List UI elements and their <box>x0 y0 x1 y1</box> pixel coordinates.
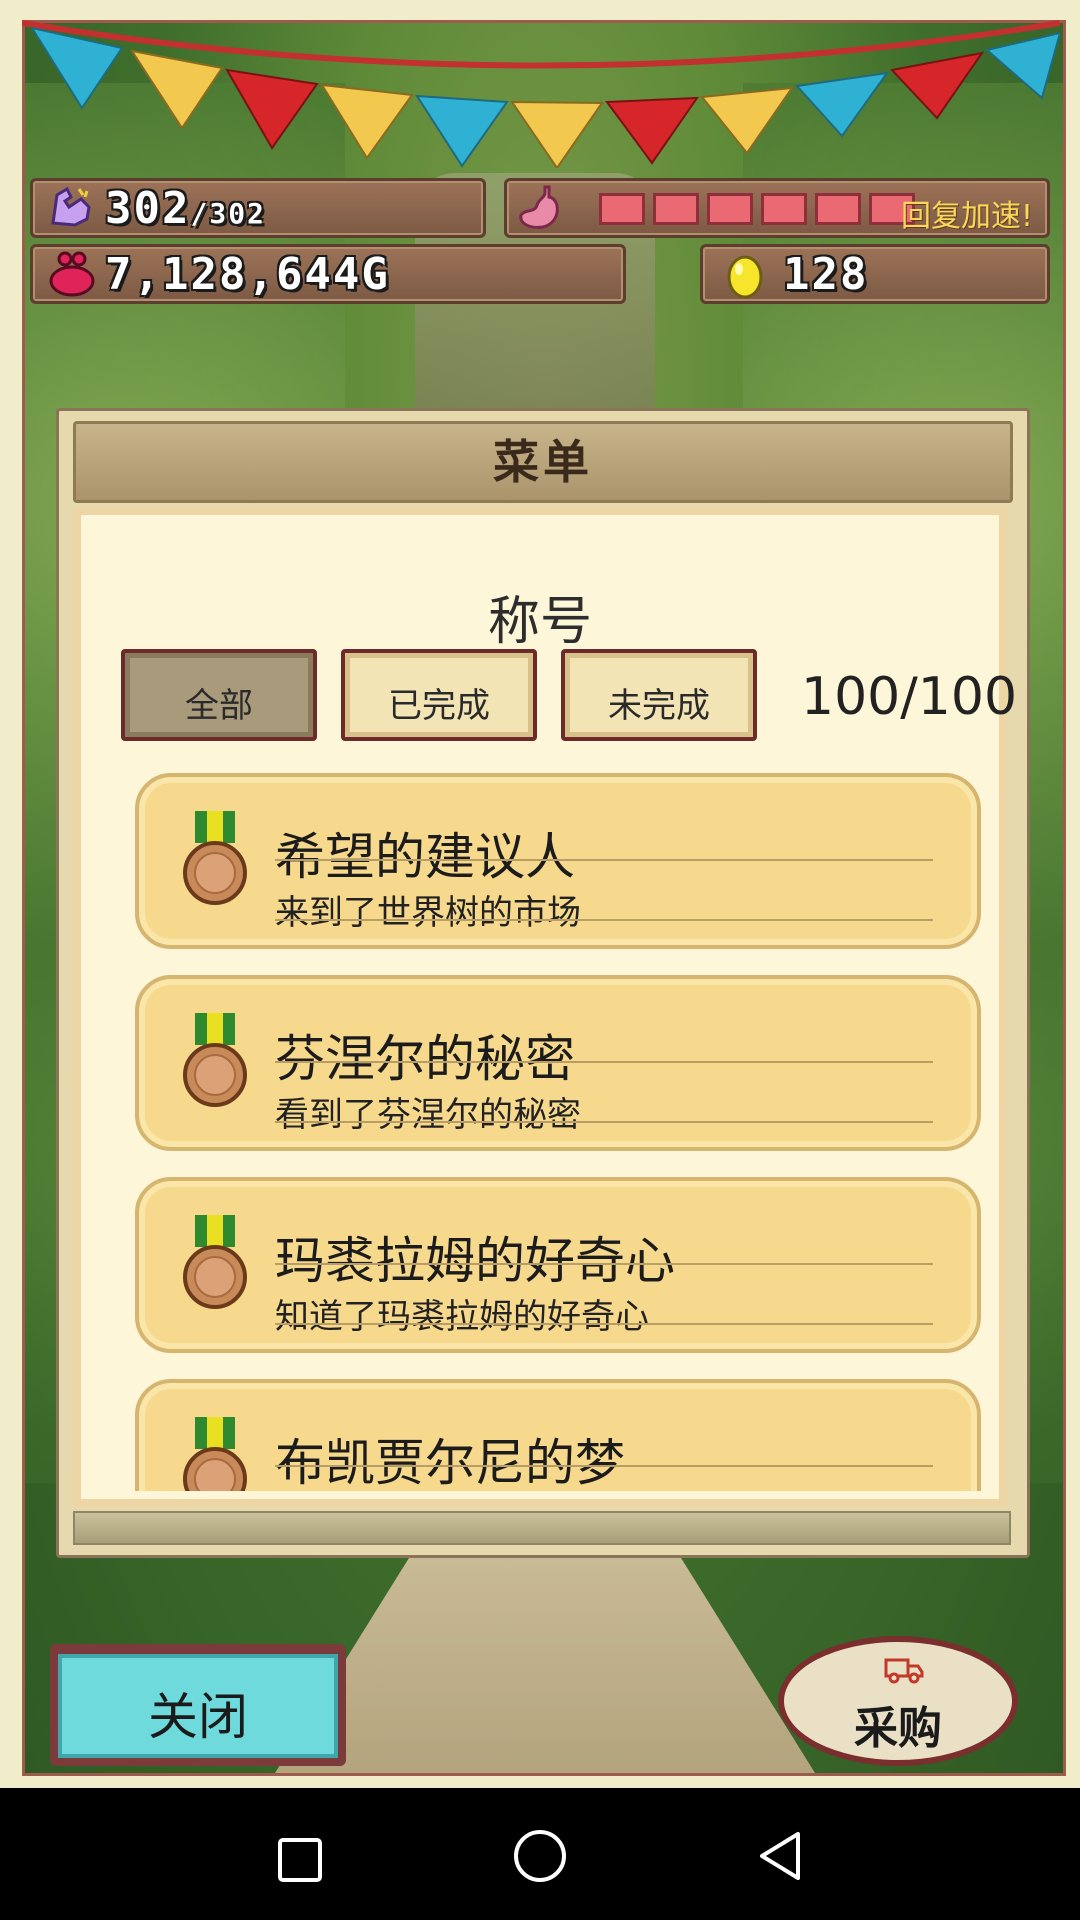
divider-line <box>275 1465 933 1467</box>
game-screen: 302/302 回复加速! 7,128,644G 128 菜单 称号 全部 已完… <box>0 0 1080 1788</box>
title-entry[interactable]: 玛裘拉姆的好奇心 知道了玛裘拉姆的好奇心 <box>135 1177 981 1353</box>
recover-speedup-label[interactable]: 回复加速! <box>901 191 1033 235</box>
divider-line <box>275 1061 933 1063</box>
recent-apps-icon[interactable] <box>272 1832 328 1888</box>
section-title: 称号 <box>487 592 592 652</box>
close-button[interactable]: 关闭 <box>50 1644 346 1766</box>
title-name: 布凯贾尔尼的梦 <box>275 1434 625 1491</box>
title-name: 芬涅尔的秘密 <box>275 1030 575 1088</box>
menu-body: 称号 全部 已完成 未完成 100/100 希望的建议人 来到了世界树的市场 芬… <box>73 507 1017 1507</box>
back-icon[interactable] <box>752 1826 812 1886</box>
system-navigation-bar <box>0 1788 1080 1920</box>
menu-header: 菜单 <box>73 421 1013 503</box>
divider-line <box>275 1263 933 1265</box>
filter-completed-button[interactable]: 已完成 <box>341 649 537 741</box>
divider-line <box>275 859 933 861</box>
gold-value: 7,128,644G <box>105 249 390 300</box>
truck-icon <box>884 1658 924 1684</box>
filter-incomplete-button[interactable]: 未完成 <box>561 649 757 741</box>
bronze-medal-icon <box>183 1417 247 1491</box>
buy-button[interactable]: 采购 <box>778 1636 1018 1766</box>
gold-bar: 7,128,644G <box>30 244 626 304</box>
purse-icon <box>49 251 95 297</box>
title-entry[interactable]: 希望的建议人 来到了世界树的市场 <box>135 773 981 949</box>
close-button-label: 关闭 <box>58 1654 338 1758</box>
home-icon[interactable] <box>510 1826 570 1886</box>
egg-value: 128 <box>783 249 869 300</box>
stomach-icon <box>519 185 559 229</box>
title-list[interactable]: 希望的建议人 来到了世界树的市场 芬涅尔的秘密 看到了芬涅尔的秘密 玛裘拉姆的好… <box>135 773 983 1491</box>
title-entry[interactable]: 布凯贾尔尼的梦 <box>135 1379 981 1491</box>
divider-line <box>275 1121 933 1123</box>
title-description: 看到了芬涅尔的秘密 <box>275 1095 581 1135</box>
stamina-value: 302/302 <box>105 183 266 234</box>
divider-line <box>275 919 933 921</box>
title-count: 100/100 <box>801 667 1018 727</box>
stamina-bar: 302/302 <box>30 178 486 238</box>
title-entry[interactable]: 芬涅尔的秘密 看到了芬涅尔的秘密 <box>135 975 981 1151</box>
menu-panel: 菜单 称号 全部 已完成 未完成 100/100 希望的建议人 来到了世界树的市… <box>56 408 1030 1558</box>
title-name: 希望的建议人 <box>275 828 575 886</box>
menu-title: 菜单 <box>493 435 593 489</box>
bronze-medal-icon <box>183 811 247 905</box>
bronze-medal-icon <box>183 1215 247 1309</box>
bunting-decoration <box>22 20 1060 168</box>
stomach-bar: 回复加速! <box>504 178 1050 238</box>
title-name: 玛裘拉姆的好奇心 <box>275 1232 675 1290</box>
filter-all-button[interactable]: 全部 <box>121 649 317 741</box>
flexed-arm-icon <box>51 186 91 227</box>
stomach-gauge <box>599 193 915 225</box>
title-description: 来到了世界树的市场 <box>275 893 581 933</box>
buy-button-label: 采购 <box>854 1703 942 1754</box>
bronze-medal-icon <box>183 1013 247 1107</box>
divider-line <box>275 1323 933 1325</box>
golden-egg-icon <box>727 255 763 299</box>
title-description: 知道了玛裘拉姆的好奇心 <box>275 1297 649 1337</box>
menu-footer <box>73 1511 1011 1545</box>
egg-bar: 128 <box>700 244 1050 304</box>
